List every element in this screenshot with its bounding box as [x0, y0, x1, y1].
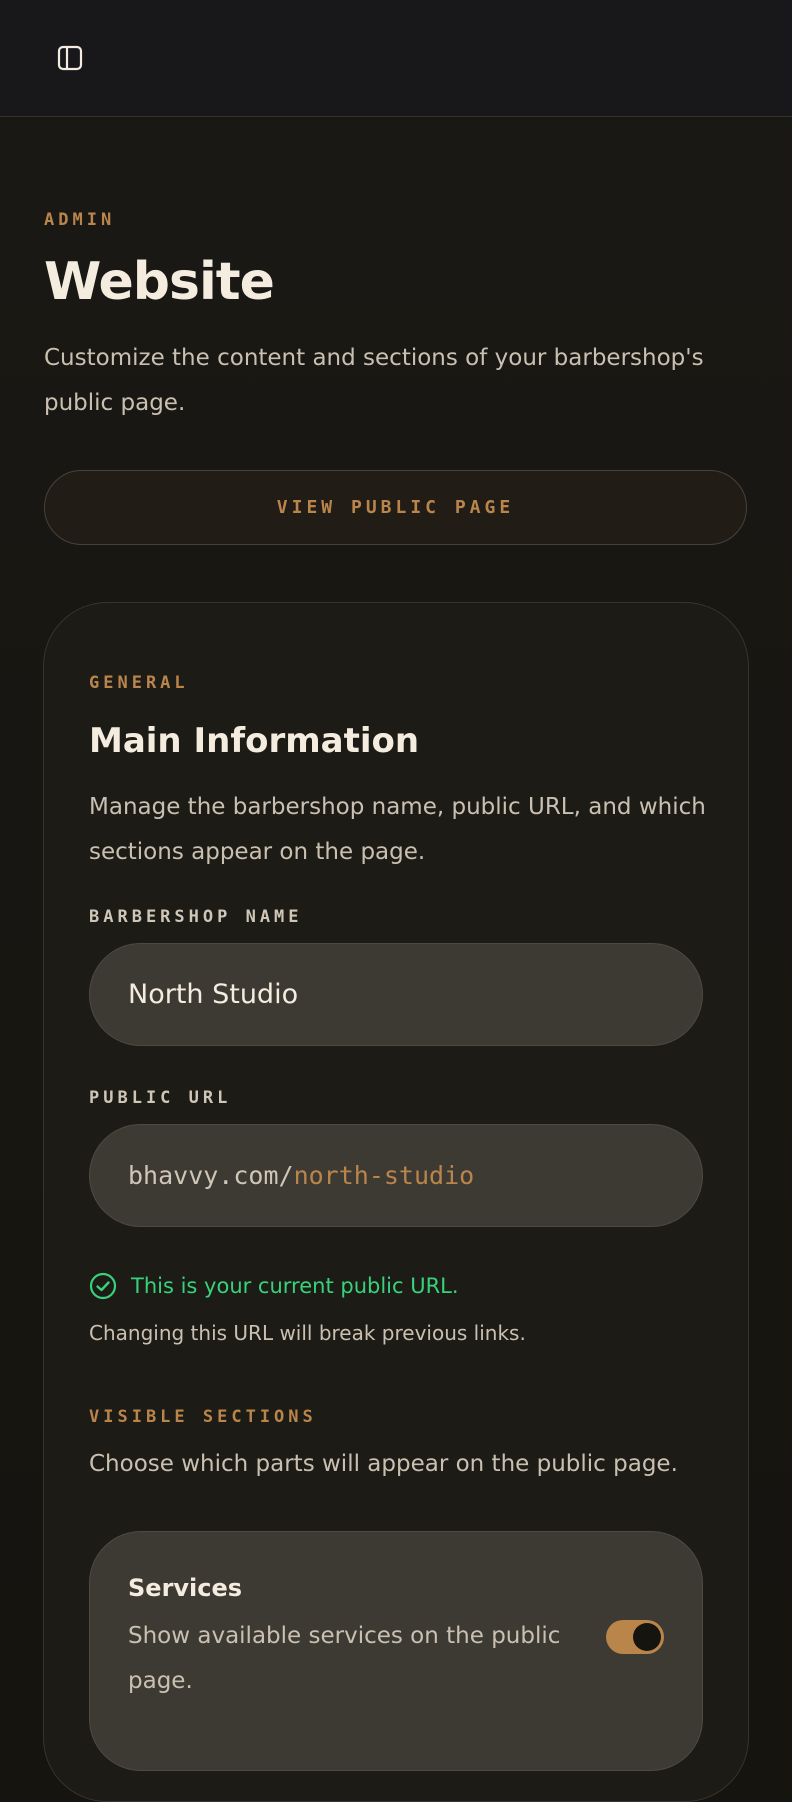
- top-bar: [0, 0, 792, 117]
- page-title: Website: [44, 252, 275, 312]
- card-description: Manage the barbershop name, public URL, …: [89, 794, 706, 865]
- url-warning-text: Changing this URL will break previous li…: [89, 1321, 526, 1345]
- section-toggle-description: Show available services on the public pa…: [128, 1623, 561, 1694]
- barbershop-name-value: North Studio: [128, 979, 299, 1010]
- card-title: Main Information: [89, 721, 420, 761]
- public-url-label: PUBLIC URL: [89, 1088, 232, 1108]
- page-description: Customize the content and sections of yo…: [44, 345, 704, 416]
- check-circle-icon: [89, 1272, 117, 1300]
- section-toggle-services: Services Show available services on the …: [89, 1531, 703, 1771]
- toggle-knob: [633, 1623, 661, 1651]
- barbershop-name-label: BARBERSHOP NAME: [89, 907, 303, 927]
- sidebar-toggle-button[interactable]: [50, 40, 90, 76]
- main-content: ADMIN Website Customize the content and …: [0, 118, 792, 1802]
- url-prefix: bhavvy.com/: [128, 1161, 294, 1190]
- section-toggle-title: Services: [128, 1574, 243, 1602]
- url-slug: north-studio: [293, 1161, 475, 1190]
- url-status-row: This is your current public URL.: [89, 1272, 459, 1300]
- card-eyebrow: GENERAL: [89, 673, 189, 693]
- barbershop-name-input[interactable]: North Studio: [89, 943, 703, 1046]
- visible-sections-eyebrow: VISIBLE SECTIONS: [89, 1407, 317, 1427]
- page-eyebrow: ADMIN: [44, 210, 116, 230]
- services-toggle-switch[interactable]: [606, 1620, 664, 1654]
- main-information-card: GENERAL Main Information Manage the barb…: [43, 602, 749, 1802]
- view-public-page-button[interactable]: VIEW PUBLIC PAGE: [44, 470, 747, 545]
- visible-sections-description: Choose which parts will appear on the pu…: [89, 1451, 678, 1477]
- public-url-input[interactable]: bhavvy.com/north-studio: [89, 1124, 703, 1227]
- sidebar-panel-icon: [57, 45, 83, 71]
- url-status-text: This is your current public URL.: [131, 1274, 459, 1298]
